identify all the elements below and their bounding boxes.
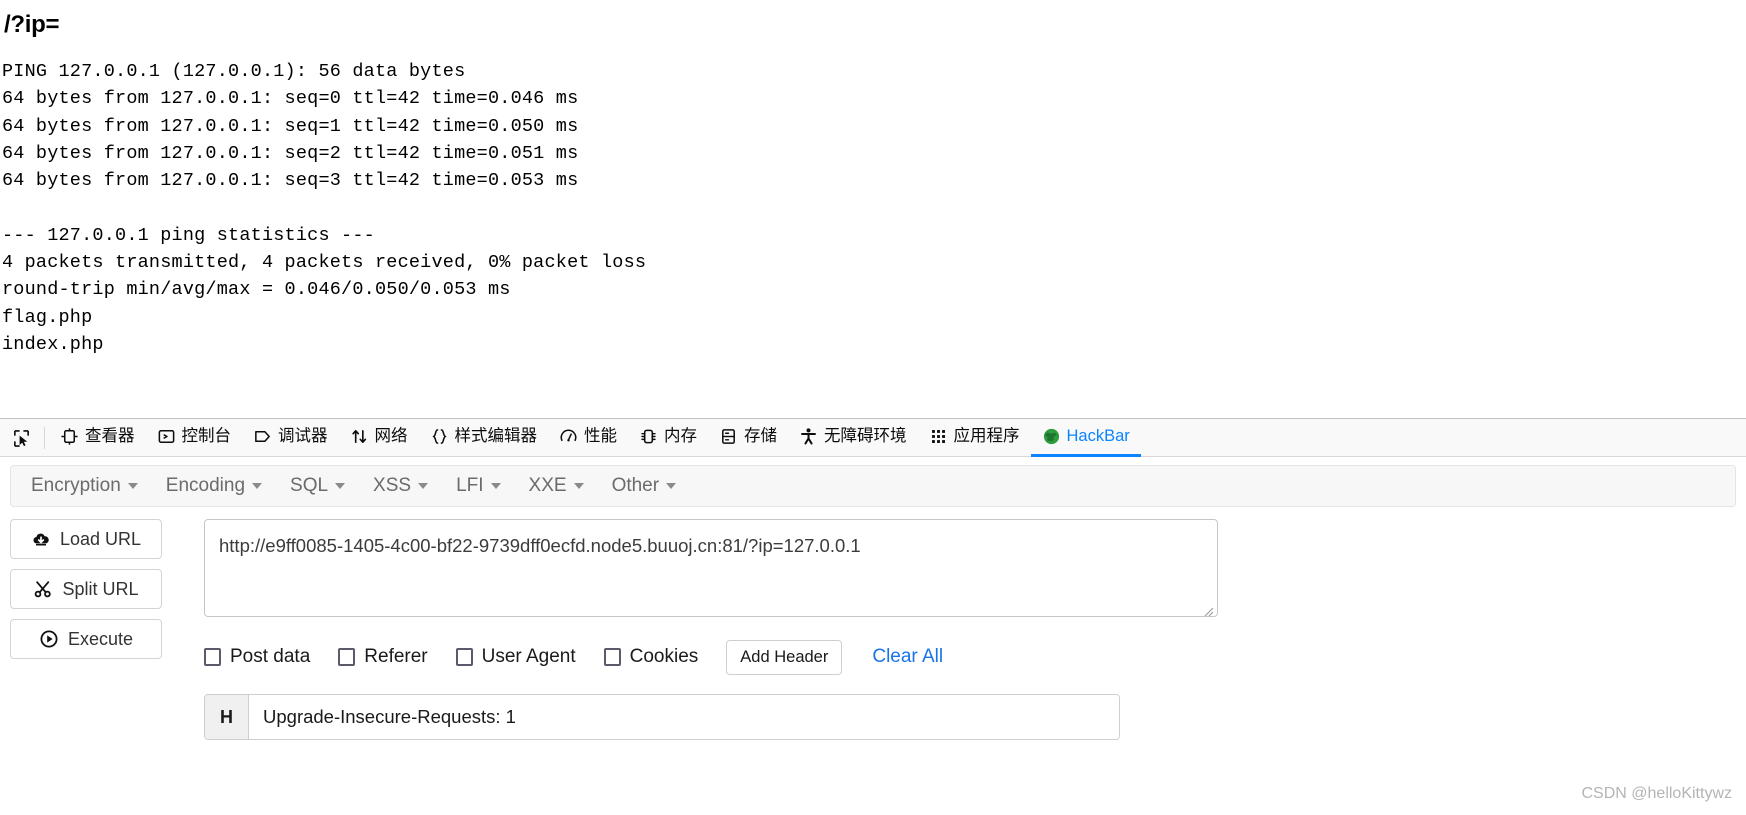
scissors-icon bbox=[33, 579, 53, 599]
hackbar-body: Load URL Split URL Execute http://e9ff00… bbox=[0, 507, 1746, 740]
clear-all-link[interactable]: Clear All bbox=[872, 646, 943, 668]
chevron-down-icon bbox=[252, 483, 263, 489]
screen-root: /?ip= PING 127.0.0.1 (127.0.0.1): 56 dat… bbox=[0, 0, 1746, 815]
url-textarea-wrapper bbox=[204, 519, 1218, 622]
checkbox-box[interactable] bbox=[204, 648, 221, 666]
tab-debugger[interactable]: 调试器 bbox=[242, 419, 339, 457]
checkbox-label: User Agent bbox=[481, 646, 576, 667]
inspector-icon bbox=[60, 427, 79, 446]
devtools-panel: 查看器 控制台 调试器 网络 样式编辑器 性能 内存 存储 无障碍环境 应用程序… bbox=[0, 418, 1746, 815]
ping-output-text: PING 127.0.0.1 (127.0.0.1): 56 data byte… bbox=[2, 61, 647, 355]
element-picker-button[interactable] bbox=[2, 419, 40, 457]
tab-label: 控制台 bbox=[181, 427, 232, 446]
checkbox-box[interactable] bbox=[455, 648, 473, 666]
tab-hackbar[interactable]: HackBar bbox=[1030, 419, 1141, 457]
chevron-down-icon bbox=[335, 483, 346, 489]
tab-label: 无障碍环境 bbox=[824, 427, 907, 446]
split-url-button[interactable]: Split URL bbox=[10, 569, 162, 609]
menu-other[interactable]: Other bbox=[598, 466, 691, 506]
network-arrows-icon bbox=[350, 427, 369, 446]
tab-memory[interactable]: 内存 bbox=[628, 419, 708, 457]
tab-network[interactable]: 网络 bbox=[339, 419, 419, 457]
page-title: /?ip= bbox=[4, 11, 60, 38]
csdn-watermark: CSDN @helloKittywz bbox=[1581, 785, 1733, 802]
button-label: Split URL bbox=[62, 578, 139, 599]
request-options-row: Post data Referer User Agent Cookies Add… bbox=[204, 639, 1736, 675]
tab-accessibility[interactable]: 无障碍环境 bbox=[788, 419, 918, 457]
tab-performance[interactable]: 性能 bbox=[548, 419, 628, 457]
tab-storage[interactable]: 存储 bbox=[708, 419, 788, 457]
checkbox-label: Post data bbox=[230, 646, 311, 667]
tab-label: 网络 bbox=[374, 427, 408, 446]
chevron-down-icon bbox=[490, 483, 501, 489]
menu-label: SQL bbox=[290, 475, 329, 496]
tab-label: 内存 bbox=[664, 427, 697, 446]
performance-gauge-icon bbox=[559, 427, 578, 446]
tab-label: 查看器 bbox=[85, 427, 135, 446]
console-icon bbox=[157, 427, 176, 446]
memory-chip-icon bbox=[639, 427, 658, 446]
menu-label: XSS bbox=[373, 475, 412, 496]
button-label: Execute bbox=[67, 628, 134, 649]
style-editor-braces-icon bbox=[430, 427, 449, 446]
tab-style-editor[interactable]: 样式编辑器 bbox=[419, 419, 549, 457]
add-header-button[interactable]: Add Header bbox=[726, 639, 843, 675]
toolbar-divider bbox=[44, 426, 45, 449]
checkbox-box[interactable] bbox=[338, 648, 356, 666]
button-label: Load URL bbox=[59, 528, 142, 549]
debugger-icon bbox=[253, 427, 272, 446]
checkbox-user-agent[interactable]: User Agent bbox=[455, 646, 576, 668]
checkbox-box[interactable] bbox=[603, 648, 621, 666]
tab-label: 性能 bbox=[584, 427, 617, 446]
hackbar-globe-icon bbox=[1042, 427, 1061, 446]
load-url-button[interactable]: Load URL bbox=[10, 519, 162, 559]
devtools-tabbar: 查看器 控制台 调试器 网络 样式编辑器 性能 内存 存储 无障碍环境 应用程序… bbox=[0, 419, 1746, 457]
tab-label: 样式编辑器 bbox=[454, 427, 538, 446]
accessibility-person-icon bbox=[799, 427, 818, 446]
menu-xxe[interactable]: XXE bbox=[515, 466, 598, 506]
chevron-down-icon bbox=[418, 483, 429, 489]
tab-label: 调试器 bbox=[278, 427, 328, 446]
header-badge: H bbox=[205, 695, 249, 739]
menu-encoding[interactable]: Encoding bbox=[152, 466, 276, 506]
storage-database-icon bbox=[719, 427, 738, 446]
header-input[interactable] bbox=[249, 695, 1119, 739]
browser-page-content: /?ip= PING 127.0.0.1 (127.0.0.1): 56 dat… bbox=[0, 0, 1746, 418]
hackbar-request-column: Post data Referer User Agent Cookie bbox=[162, 519, 1736, 740]
tab-label: 应用程序 bbox=[953, 427, 1020, 446]
menu-label: Encryption bbox=[31, 475, 121, 496]
hackbar-menubar: Encryption Encoding SQL XSS LFI XXE Othe… bbox=[10, 465, 1736, 507]
menu-lfi[interactable]: LFI bbox=[442, 466, 514, 506]
hackbar-panel: Encryption Encoding SQL XSS LFI XXE Othe… bbox=[0, 465, 1746, 740]
execute-button[interactable]: Execute bbox=[10, 619, 162, 659]
menu-label: Other bbox=[611, 475, 660, 496]
url-input[interactable] bbox=[204, 519, 1218, 617]
tab-inspector[interactable]: 查看器 bbox=[49, 419, 146, 457]
menu-sql[interactable]: SQL bbox=[276, 466, 359, 506]
menu-encryption[interactable]: Encryption bbox=[17, 466, 152, 506]
menu-label: LFI bbox=[456, 475, 484, 496]
menu-label: Encoding bbox=[165, 475, 246, 496]
checkbox-label: Cookies bbox=[629, 646, 699, 667]
tab-label: 存储 bbox=[744, 427, 777, 446]
checkbox-post-data[interactable]: Post data bbox=[204, 646, 310, 668]
play-circle-icon bbox=[39, 629, 59, 649]
chevron-down-icon bbox=[127, 483, 138, 489]
hackbar-action-column: Load URL Split URL Execute bbox=[10, 519, 162, 740]
tab-console[interactable]: 控制台 bbox=[146, 419, 243, 457]
element-picker-icon bbox=[12, 429, 31, 448]
checkbox-label: Referer bbox=[364, 646, 428, 667]
checkbox-cookies[interactable]: Cookies bbox=[603, 646, 699, 668]
tab-application[interactable]: 应用程序 bbox=[918, 419, 1031, 457]
checkbox-referer[interactable]: Referer bbox=[338, 646, 428, 668]
application-grid-icon bbox=[929, 427, 948, 446]
menu-xss[interactable]: XSS bbox=[359, 466, 442, 506]
menu-label: XXE bbox=[528, 475, 567, 496]
chevron-down-icon bbox=[666, 483, 677, 489]
tab-label: HackBar bbox=[1066, 427, 1130, 446]
header-entry-row: H bbox=[204, 694, 1120, 740]
chevron-down-icon bbox=[573, 483, 584, 489]
cloud-download-icon bbox=[31, 529, 51, 549]
